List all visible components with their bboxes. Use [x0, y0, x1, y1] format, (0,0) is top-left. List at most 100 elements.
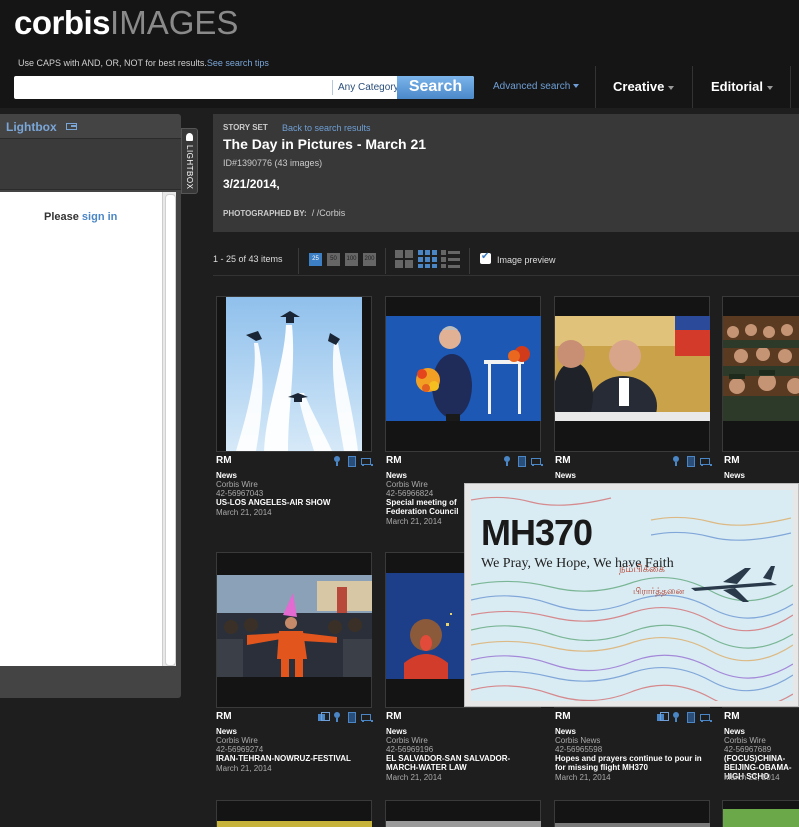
- search-tip-text: Use CAPS with AND, OR, NOT for best resu…: [18, 58, 207, 68]
- export-icon[interactable]: [66, 123, 77, 130]
- details-icon[interactable]: [516, 456, 526, 467]
- logo-primary: corbis: [14, 4, 111, 41]
- image-card-federation-council[interactable]: [385, 296, 541, 452]
- rights-badge: RM: [216, 455, 232, 466]
- toolbar-divider: [469, 248, 470, 274]
- cart-icon[interactable]: [699, 712, 712, 722]
- image-type: News: [216, 727, 237, 736]
- image-caption[interactable]: IRAN-TEHRAN-NOWRUZ-FESTIVAL: [216, 754, 366, 763]
- lightbox-scrollbar[interactable]: [162, 192, 176, 666]
- image-type: News: [724, 727, 745, 736]
- image-card-putin[interactable]: [554, 296, 710, 452]
- cart-icon[interactable]: [530, 456, 543, 466]
- image-card-meta: RM News Corbis Wire 42-56969274 IRAN-TEH…: [216, 711, 376, 781]
- rights-badge: RM: [724, 455, 740, 466]
- thumbnail[interactable]: [723, 809, 799, 827]
- image-date: March 21, 2014: [555, 773, 611, 782]
- image-card-meta: RM News Corbis Wire 42-56967043 US-LOS A…: [216, 455, 376, 525]
- advanced-search-link[interactable]: Advanced search: [493, 81, 580, 92]
- toolbar-divider: [385, 248, 386, 274]
- page-size-100[interactable]: 100: [345, 253, 358, 266]
- search-tips-link[interactable]: See search tips: [207, 58, 269, 68]
- details-icon[interactable]: [346, 456, 356, 467]
- lightbox-add-icon[interactable]: [671, 712, 681, 722]
- details-icon[interactable]: [346, 712, 356, 723]
- lightbox-toggle-tab[interactable]: LIGHTBOX: [181, 128, 198, 194]
- thumbnail[interactable]: [723, 316, 799, 421]
- details-icon[interactable]: [685, 456, 695, 467]
- lightbox-add-icon[interactable]: [332, 456, 342, 466]
- back-to-results-link[interactable]: Back to search results: [282, 123, 371, 133]
- lightbox-add-icon[interactable]: [502, 456, 512, 466]
- image-preview-checkbox[interactable]: [480, 251, 491, 264]
- image-card-officers[interactable]: [722, 296, 799, 452]
- search-input[interactable]: [16, 78, 328, 97]
- lightbox-content: [0, 192, 176, 666]
- photographed-by-label: PHOTOGRAPHED BY:: [223, 209, 307, 218]
- image-caption[interactable]: US-LOS ANGELES-AIR SHOW: [216, 498, 366, 507]
- photographer-line: PHOTOGRAPHED BY: / /Corbis: [223, 208, 345, 218]
- nav-creative[interactable]: Creative: [613, 79, 675, 94]
- thumbnail[interactable]: [386, 316, 541, 421]
- thumbnail[interactable]: [555, 823, 710, 827]
- thumbnail[interactable]: [226, 297, 362, 451]
- image-card-air-show[interactable]: [216, 296, 372, 452]
- page-size-25[interactable]: 25: [309, 253, 322, 266]
- image-card-meta: RM News Corbis Wire 42-56967689 (FOCUS)C…: [724, 711, 799, 781]
- image-type: News: [386, 471, 407, 480]
- image-id: 42-56969196: [386, 745, 434, 754]
- image-id: 42-56967689: [724, 745, 772, 754]
- thumbnail[interactable]: [217, 821, 372, 827]
- search-tip: Use CAPS with AND, OR, NOT for best resu…: [18, 58, 269, 68]
- cart-icon[interactable]: [360, 456, 373, 466]
- image-type: News: [386, 727, 407, 736]
- lightbox-title[interactable]: Lightbox: [6, 120, 57, 134]
- corbis-logo[interactable]: corbisIMAGES: [14, 4, 238, 42]
- preview-image[interactable]: நம்பிக்கை பிரார்த்தனை MH370 We Pray, We H…: [471, 490, 793, 701]
- rights-badge: RM: [555, 455, 571, 466]
- thumbnail[interactable]: [386, 821, 541, 827]
- thumbnail[interactable]: [555, 316, 710, 421]
- list-view-icon[interactable]: [441, 250, 460, 268]
- search-button[interactable]: Search: [397, 76, 474, 99]
- image-type: News: [216, 471, 237, 480]
- story-date: 3/21/2014,: [223, 177, 280, 191]
- thumbnail[interactable]: [217, 575, 372, 677]
- image-card[interactable]: [554, 800, 710, 827]
- please-text: Please: [44, 211, 82, 223]
- cart-icon[interactable]: [360, 712, 373, 722]
- image-card[interactable]: [216, 800, 372, 827]
- similar-images-icon[interactable]: [657, 712, 669, 722]
- lightbox-panel: Lightbox Please sign in: [0, 114, 181, 698]
- image-caption[interactable]: Special meeting of Federation Council: [386, 498, 466, 516]
- image-caption[interactable]: EL SALVADOR-SAN SALVADOR-MARCH-WATER LAW: [386, 754, 536, 772]
- story-kicker: STORY SET: [223, 123, 268, 132]
- page-size-200[interactable]: 200: [363, 253, 376, 266]
- chevron-down-icon: [573, 84, 580, 89]
- details-icon[interactable]: [685, 712, 695, 723]
- cart-icon[interactable]: [699, 456, 712, 466]
- lightbox-add-icon[interactable]: [671, 456, 681, 466]
- image-preview-label: Image preview: [497, 255, 556, 265]
- image-type: News: [555, 727, 576, 736]
- image-caption[interactable]: Hopes and prayers continue to pour in fo…: [555, 754, 705, 772]
- image-source: Corbis Wire: [386, 480, 428, 489]
- image-card[interactable]: [722, 800, 799, 827]
- large-grid-view-icon[interactable]: [395, 250, 414, 268]
- medium-grid-view-icon[interactable]: [418, 250, 437, 268]
- sign-in-link[interactable]: sign in: [82, 211, 117, 223]
- nav-creative-label: Creative: [613, 79, 665, 94]
- chevron-down-icon: [668, 85, 675, 90]
- image-card-nowruz[interactable]: [216, 552, 372, 708]
- lightbulb-icon: [186, 133, 193, 141]
- nav-editorial[interactable]: Editorial: [711, 79, 774, 94]
- lightbox-add-icon[interactable]: [332, 712, 342, 722]
- image-card-meta: RM News Corbis News 42-56965598 Hopes an…: [555, 711, 715, 782]
- similar-images-icon[interactable]: [318, 712, 330, 722]
- image-date: March 21, 2014: [386, 517, 442, 526]
- image-card[interactable]: [385, 800, 541, 827]
- image-id: 42-56965598: [555, 745, 603, 754]
- page-size-50[interactable]: 50: [327, 253, 340, 266]
- rights-badge: RM: [724, 711, 740, 722]
- image-source: Corbis Wire: [386, 736, 428, 745]
